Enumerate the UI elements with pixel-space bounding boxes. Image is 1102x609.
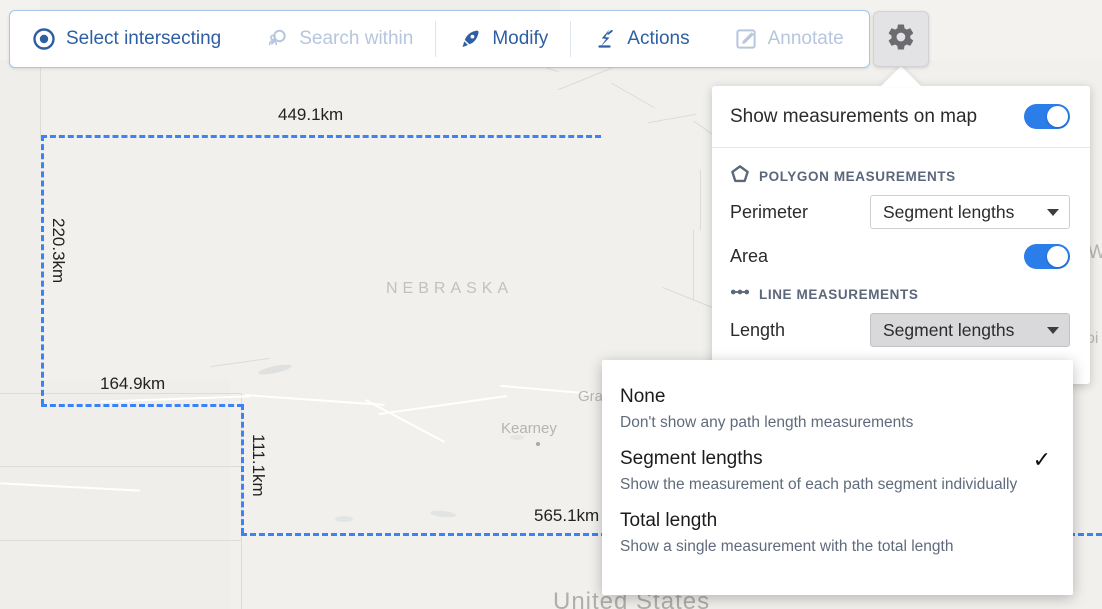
map-border-line [40,60,41,140]
measurement-bottom: 565.1km [534,506,600,525]
target-icon [32,27,56,51]
measurement-settings-button[interactable] [873,11,929,67]
edge-label-w: W [1088,242,1102,263]
perimeter-select-value: Segment lengths [883,201,1015,222]
perimeter-select[interactable]: Segment lengths [870,195,1070,229]
search-person-icon [265,27,289,51]
gear-icon [886,22,916,57]
map-border-line [0,466,242,467]
area-label: Area [730,245,769,266]
menu-option-description: Show the measurement of each path segmen… [620,476,1018,493]
show-measurements-toggle[interactable] [1024,104,1070,129]
toolbar-item-select-intersecting[interactable]: Select intersecting [10,11,243,67]
toolbar-item-label: Select intersecting [66,28,222,49]
map-water [335,516,353,522]
menu-option-title: Total length [620,510,718,531]
measurement-inner-vertical: 111.1km [249,434,268,497]
annotate-pencil-icon [734,27,758,51]
perimeter-label: Perimeter [730,201,809,222]
chevron-down-icon [1047,208,1059,216]
section-title: POLYGON MEASUREMENTS [759,168,956,184]
menu-option-description: Don't show any path length measurements [620,414,914,431]
show-measurements-label: Show measurements on map [730,105,978,127]
selection-edge-inner-vertical[interactable] [241,404,244,534]
state-label: NEBRASKA [386,280,514,297]
section-header-line-measurements: LINE MEASUREMENTS [712,278,1090,308]
panel-body: POLYGON MEASUREMENTS Perimeter Segment l… [712,148,1090,352]
area-row: Area [712,234,1090,278]
polygon-icon [730,164,750,189]
selection-edge-left[interactable] [41,135,44,405]
map-land-tint [0,380,230,609]
menu-option-title: Segment lengths [620,448,763,469]
menu-option-segment-lengths[interactable]: Segment lengths Show the measurement of … [602,440,1073,502]
line-measure-icon [730,282,750,307]
toolbar-item-actions[interactable]: Actions [571,11,711,67]
toolbar-item-label: Search within [299,28,414,49]
selection-edge-lower-left[interactable] [41,404,243,407]
toolbar-item-search-within[interactable]: Search within [243,11,435,67]
section-header-polygon-measurements: POLYGON MEASUREMENTS [712,160,1090,190]
perimeter-row: Perimeter Segment lengths [712,190,1090,234]
pen-nib-icon [458,27,482,51]
chevron-down-icon [1047,326,1059,334]
toggle-knob [1047,245,1068,267]
menu-option-none[interactable]: None Don't show any path length measurem… [602,378,1073,440]
length-label: Length [730,319,786,340]
selection-edge-top[interactable] [41,135,601,138]
checkmark-icon: ✓ [1032,447,1051,472]
toolbar-item-annotate[interactable]: Annotate [712,11,866,67]
panel-callout-arrow [880,66,922,87]
menu-option-description: Show a single measurement with the total… [620,538,954,555]
map-land-tint [0,60,40,380]
length-select-value: Segment lengths [883,319,1015,340]
length-select[interactable]: Segment lengths [870,313,1070,347]
measurement-left: 220.3km [49,218,68,284]
menu-option-total-length[interactable]: Total length Show a single measurement w… [602,502,1073,564]
measurement-settings-panel: Show measurements on map POLYGON MEASURE… [712,86,1090,384]
measurement-lower-left: 164.9km [100,374,166,393]
menu-option-title: None [620,386,666,407]
section-title: LINE MEASUREMENTS [759,286,919,302]
measurement-top: 449.1km [278,105,344,124]
map-river [693,230,694,300]
map-toolbar: Select intersecting Search within Modify… [9,10,870,68]
toolbar-item-label: Modify [492,28,549,49]
toolbar-item-modify[interactable]: Modify [436,11,570,67]
lightning-actions-icon [593,27,617,51]
length-row: Length Segment lengths [712,308,1090,352]
show-measurements-row: Show measurements on map [712,86,1090,148]
city-label-kearney: Kearney [501,420,557,437]
toolbar-item-label: Annotate [767,28,844,49]
map-border-line [0,540,241,541]
app-root: NEBRASKA Grand Kearney United States W o… [0,0,1102,609]
city-dot [536,442,540,446]
toolbar-item-label: Actions [627,28,690,49]
map-river [700,170,701,230]
length-dropdown-menu: None Don't show any path length measurem… [602,360,1073,595]
toggle-knob [1047,106,1068,127]
area-toggle[interactable] [1024,243,1070,269]
